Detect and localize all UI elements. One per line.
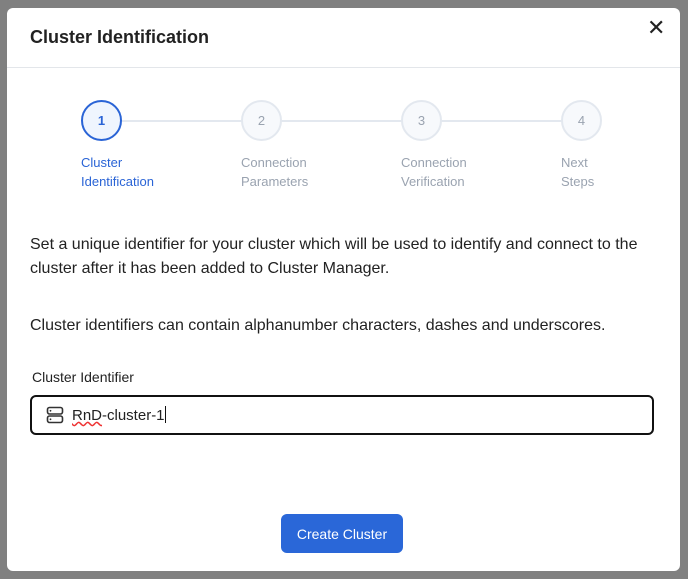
step-number: 3	[401, 100, 442, 141]
stepper: 1 Cluster Identification 2 Connection Para…	[81, 100, 602, 200]
hint-text: Cluster identifiers can contain alphanum…	[30, 317, 606, 334]
cluster-identifier-input[interactable]: RnD-cluster-1	[30, 395, 654, 435]
step-cluster-identification: 1 Cluster Identification	[81, 100, 201, 191]
step-connection-verification: 3 Connection Verification	[401, 100, 521, 191]
dialog-title: Cluster Identification	[30, 27, 210, 47]
cluster-identifier-label: Cluster Identifier	[32, 369, 134, 385]
step-label: Connection	[401, 155, 467, 170]
close-icon[interactable]: ✕	[647, 17, 665, 39]
input-value: -cluster-1	[102, 407, 165, 424]
server-icon	[46, 406, 64, 424]
create-cluster-button[interactable]: Create Cluster	[281, 514, 403, 553]
step-label: Steps	[561, 174, 595, 189]
cluster-identification-dialog: Cluster Identification ✕ 1 Cluster Identi…	[7, 8, 680, 571]
step-next-steps: 4 Next Steps	[561, 100, 681, 191]
step-label: Connection	[241, 155, 307, 170]
text-caret	[164, 406, 166, 423]
step-connection-parameters: 2 Connection Parameters	[241, 100, 361, 191]
step-label: Cluster	[81, 155, 123, 170]
dialog-header: Cluster Identification ✕	[7, 8, 680, 68]
step-label: Identification	[81, 174, 154, 189]
input-value-misspelled: RnD	[72, 407, 103, 424]
step-number: 4	[561, 100, 602, 141]
step-label: Parameters	[241, 174, 309, 189]
step-label: Next	[561, 155, 588, 170]
step-number: 1	[81, 100, 122, 141]
step-label: Verification	[401, 174, 465, 189]
step-number: 2	[241, 100, 282, 141]
description-text: Set a unique identifier for your cluster…	[30, 236, 638, 277]
